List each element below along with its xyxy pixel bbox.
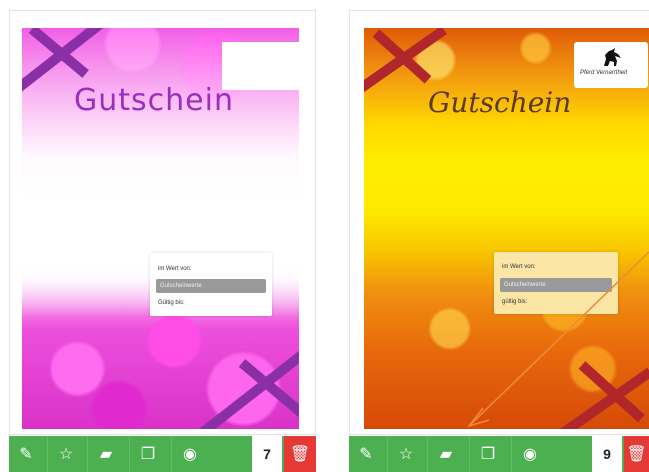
separator [47,436,48,472]
open-folder-button[interactable]: ▰ [89,436,123,472]
usage-count: 9 [592,436,622,472]
trash-icon: 🗑 [626,446,647,463]
value-field[interactable]: Gutscheinwerte [156,279,266,293]
preview-button[interactable]: ◉ [173,436,207,472]
separator [171,436,172,472]
duplicate-icon: ❐ [140,446,156,463]
eye-icon: ◉ [183,446,197,463]
duplicate-button[interactable]: ❐ [471,436,505,472]
duplicate-icon: ❐ [480,446,496,463]
value-box: im Wert von: Gutscheinwerte Gültig bis: [150,253,272,316]
separator [87,436,88,472]
annotation-arrow-icon [466,251,649,428]
card-toolbar-2: ✎ ☆ ▰ ❐ ◉ 9 🗑 [349,436,649,472]
logo-text: Pferd Vernarrtheit [580,70,628,76]
separator [469,436,470,472]
value-field-text: Gutscheinwerte [160,283,202,289]
star-icon: ☆ [58,446,74,463]
horse-logo-icon [604,48,621,66]
separator [387,436,388,472]
delete-button[interactable]: 🗑 [624,436,649,472]
voucher-card-1[interactable]: Gutschein im Wert von: Gutscheinwerte Gü… [9,10,316,435]
star-icon: ☆ [398,446,414,463]
separator [511,436,512,472]
valid-label: Gültig bis: [158,300,185,306]
trash-icon: 🗑 [289,446,311,463]
card-toolbar-1: ✎ ☆ ▰ ❐ ◉ 7 🗑 [9,436,316,472]
delete-button[interactable]: 🗑 [284,436,316,472]
edit-button[interactable]: ✎ [9,436,43,472]
separator [427,436,428,472]
logo: Pferd Vernarrtheit [574,42,648,88]
edit-button[interactable]: ✎ [349,436,383,472]
edit-icon: ✎ [19,446,33,463]
value-label: im Wert von: [158,266,192,272]
folder-icon: ▰ [439,446,453,463]
voucher-title: Gutschein [74,83,234,118]
favorite-button[interactable]: ☆ [389,436,423,472]
voucher-preview: Gutschein im Wert von: Gutscheinwerte Gü… [22,28,299,429]
folder-icon: ▰ [99,446,113,463]
eye-icon: ◉ [523,446,537,463]
edit-icon: ✎ [359,446,373,463]
duplicate-button[interactable]: ❐ [131,436,165,472]
usage-count: 7 [252,436,282,472]
preview-button[interactable]: ◉ [513,436,547,472]
separator [129,436,130,472]
open-folder-button[interactable]: ▰ [429,436,463,472]
voucher-title: Gutschein [428,86,572,119]
favorite-button[interactable]: ☆ [49,436,83,472]
